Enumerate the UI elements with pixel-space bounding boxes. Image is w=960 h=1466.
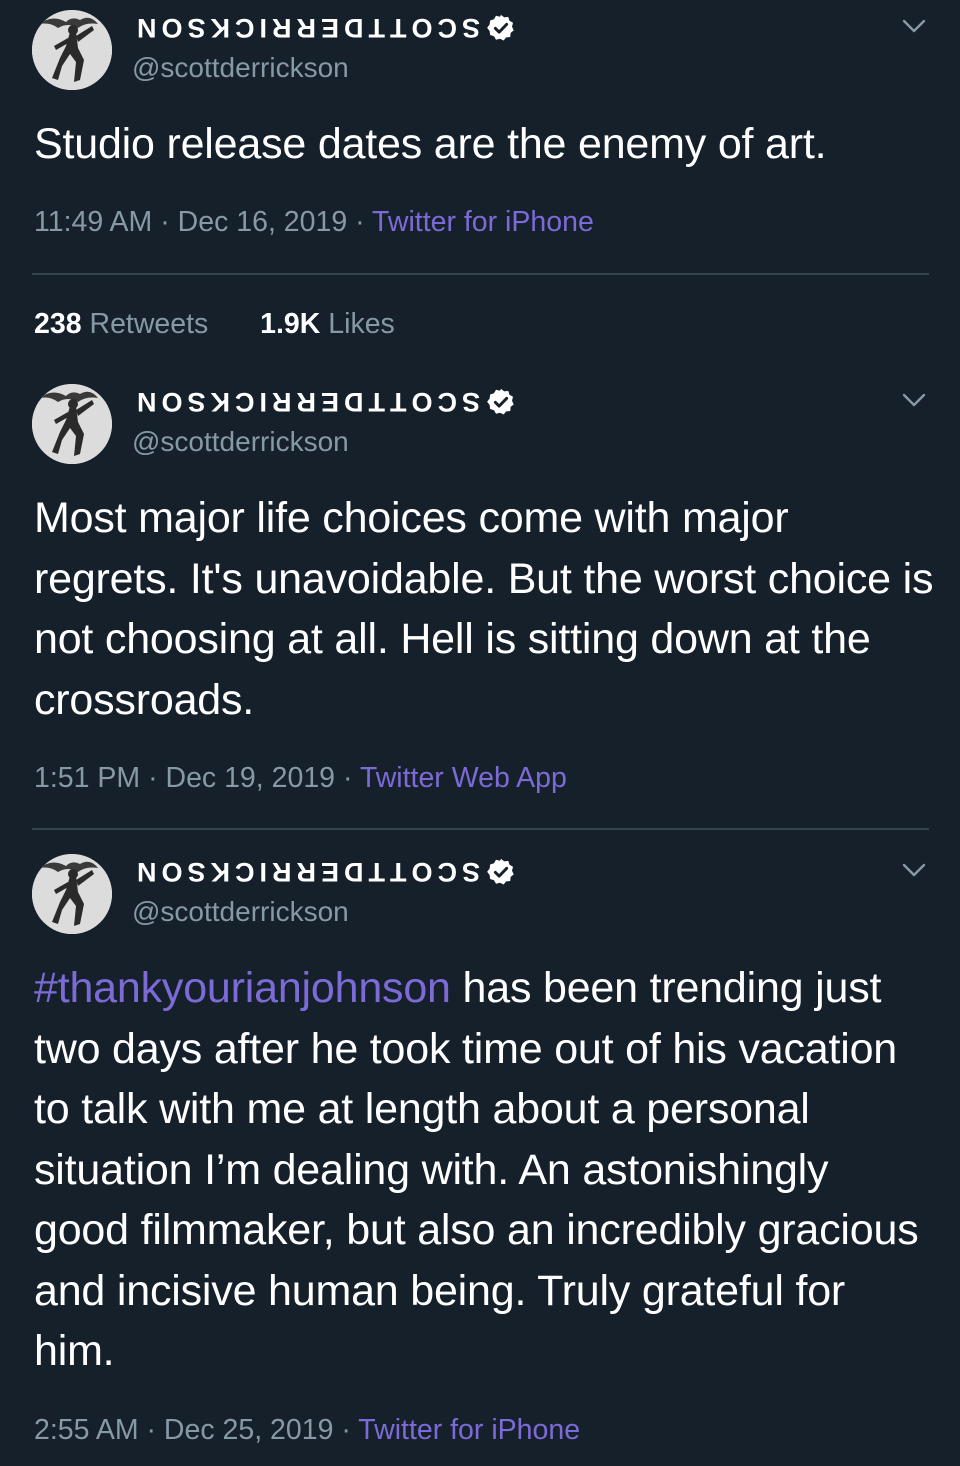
handle[interactable]: @scottderrickson (132, 52, 349, 84)
tweet-text: Most major life choices come with major … (34, 494, 934, 724)
avatar-image (32, 384, 112, 464)
tweet-date[interactable]: Dec 19, 2019 (165, 762, 335, 794)
chevron-down-icon[interactable] (898, 854, 930, 886)
divider (32, 273, 929, 275)
avatar[interactable] (32, 854, 112, 934)
tweet-source-link[interactable]: Twitter for iPhone (372, 206, 594, 238)
likes-label: Likes (328, 308, 395, 340)
chevron-down-icon[interactable] (898, 10, 930, 42)
separator: · (160, 206, 170, 238)
avatar-image (32, 10, 112, 90)
likes-count: 1.9K (260, 308, 321, 340)
separator: · (148, 762, 158, 794)
handle[interactable]: @scottderrickson (132, 896, 349, 928)
tweet-meta: 11:49 AM · Dec 16, 2019 · Twitter for iP… (34, 206, 594, 239)
display-name[interactable]: SCOTTDERRICKSON (132, 386, 480, 417)
tweet-meta: 1:51 PM · Dec 19, 2019 · Twitter Web App (34, 762, 567, 795)
verified-badge-icon (486, 857, 516, 887)
retweets-label: Retweets (89, 308, 209, 340)
verified-badge-icon (486, 387, 516, 417)
hashtag-link[interactable]: #thankyourianjohnson (34, 964, 451, 1012)
tweet-time[interactable]: 2:55 AM (34, 1414, 139, 1446)
tweet-date[interactable]: Dec 16, 2019 (178, 206, 348, 238)
tweet-meta: 2:55 AM · Dec 25, 2019 · Twitter for iPh… (34, 1414, 580, 1447)
chevron-down-icon[interactable] (898, 384, 930, 416)
tweet-time[interactable]: 11:49 AM (34, 206, 152, 238)
tweet-text: Studio release dates are the enemy of ar… (34, 120, 827, 168)
separator: · (341, 1414, 351, 1446)
display-name[interactable]: SCOTTDERRICKSON (132, 12, 480, 43)
display-name[interactable]: SCOTTDERRICKSON (132, 856, 480, 887)
separator: · (146, 1414, 157, 1446)
tweet-source-link[interactable]: Twitter Web App (360, 762, 567, 794)
likes-stat[interactable]: 1.9K Likes (260, 308, 395, 340)
separator: · (342, 762, 353, 794)
divider (32, 828, 929, 830)
retweets-stat[interactable]: 238 Retweets (34, 308, 208, 340)
avatar[interactable] (32, 384, 112, 464)
handle[interactable]: @scottderrickson (132, 426, 349, 458)
avatar-image (32, 854, 112, 934)
tweet-text-body: has been trending just two days after he… (34, 964, 919, 1375)
verified-badge-icon (486, 13, 516, 43)
tweet-source-link[interactable]: Twitter for iPhone (358, 1414, 580, 1446)
tweet-date[interactable]: Dec 25, 2019 (164, 1414, 334, 1446)
tweet-text: #thankyourianjohnson has been trending j… (34, 958, 934, 1382)
retweets-count: 238 (34, 308, 82, 340)
separator: · (355, 206, 365, 238)
tweet-stats: 238 Retweets 1.9K Likes (34, 308, 395, 341)
avatar[interactable] (32, 10, 112, 90)
tweet-time[interactable]: 1:51 PM (34, 762, 140, 794)
